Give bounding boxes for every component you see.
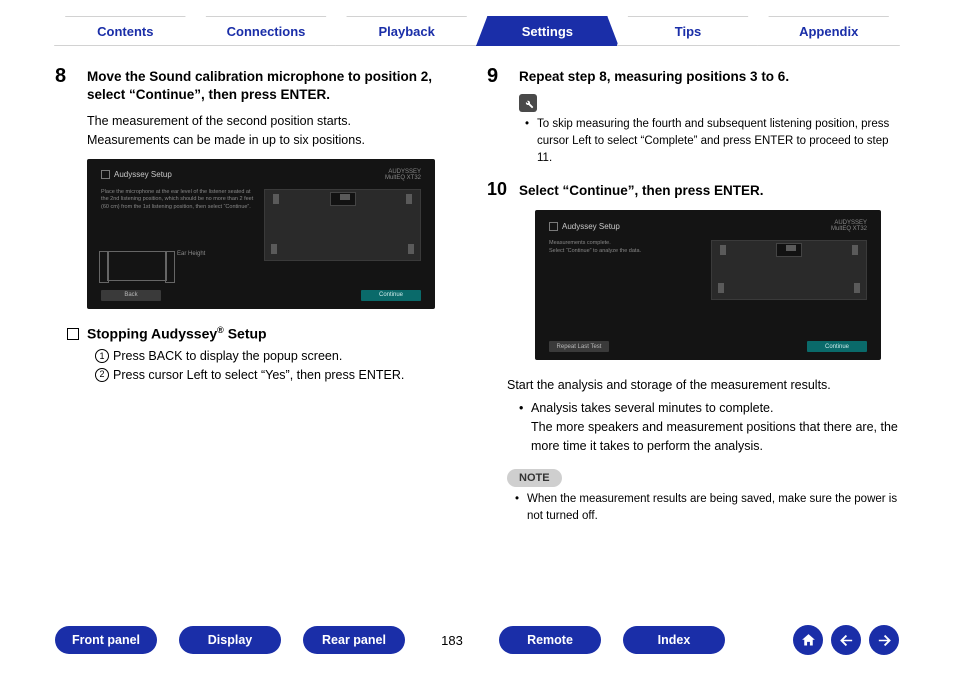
tv1-ear-height-label: Ear Height <box>177 251 205 257</box>
square-bullet-icon <box>67 328 79 340</box>
tv1-instruction: Place the microphone at the ear level of… <box>101 189 256 212</box>
audyssey-logo-icon: AUDYSSEYMultEQ XT32 <box>385 169 421 181</box>
analysis-bullet: Analysis takes several minutes to comple… <box>519 399 899 455</box>
tv2-msg2: Select “Continue” to analyze the data. <box>549 248 703 256</box>
screenshot-audyssey-complete: Audyssey Setup AUDYSSEYMultEQ XT32 Measu… <box>535 210 881 360</box>
start-analysis-text: Start the analysis and storage of the me… <box>507 376 899 395</box>
step8-line1: The measurement of the second position s… <box>87 112 467 130</box>
tv1-continue-button: Continue <box>361 290 421 301</box>
tv2-continue-button: Continue <box>807 341 867 352</box>
wrench-icon <box>519 94 537 112</box>
stopping-audyssey-steps: Press BACK to display the popup screen. … <box>95 347 467 385</box>
step8-line2: Measurements can be made in up to six po… <box>87 131 467 149</box>
stopping-audyssey-heading: Stopping Audyssey® Setup <box>67 325 467 342</box>
step8-number: 8 <box>55 66 77 104</box>
tab-connections[interactable]: Connections <box>195 16 338 46</box>
tab-contents[interactable]: Contents <box>54 16 197 46</box>
remote-button[interactable]: Remote <box>499 626 601 654</box>
note-bullet: When the measurement results are being s… <box>515 491 899 524</box>
tv1-back-button: Back <box>101 290 161 301</box>
step10-number: 10 <box>487 180 509 200</box>
left-column: 8 Move the Sound calibration microphone … <box>55 66 467 525</box>
right-column: 9 Repeat step 8, measuring positions 3 t… <box>487 66 899 525</box>
tv2-msg1: Measurements complete. <box>549 240 703 248</box>
prev-page-icon[interactable] <box>831 625 861 655</box>
step9-title: Repeat step 8, measuring positions 3 to … <box>519 66 789 86</box>
tab-appendix[interactable]: Appendix <box>757 16 900 46</box>
tab-tips[interactable]: Tips <box>617 16 760 46</box>
home-icon[interactable] <box>793 625 823 655</box>
circled-step-2: Press cursor Left to select “Yes”, then … <box>95 366 467 385</box>
tv2-repeat-button: Repeat Last Test <box>549 341 609 352</box>
step8-title: Move the Sound calibration microphone to… <box>87 66 467 104</box>
note-label: NOTE <box>507 469 562 487</box>
tab-playback[interactable]: Playback <box>335 16 478 46</box>
front-panel-button[interactable]: Front panel <box>55 626 157 654</box>
step9-tip: To skip measuring the fourth and subsequ… <box>525 116 899 166</box>
audyssey-logo-icon: AUDYSSEYMultEQ XT32 <box>831 220 867 232</box>
page-number: 183 <box>427 633 477 648</box>
tv2-title: Audyssey Setup <box>562 222 620 231</box>
rear-panel-button[interactable]: Rear panel <box>303 626 405 654</box>
step10-title: Select “Continue”, then press ENTER. <box>519 180 764 200</box>
circled-step-1: Press BACK to display the popup screen. <box>95 347 467 366</box>
next-page-icon[interactable] <box>869 625 899 655</box>
screenshot-audyssey-position2: Audyssey Setup AUDYSSEYMultEQ XT32 Place… <box>87 159 435 309</box>
tv2-room-diagram <box>711 240 867 300</box>
top-tab-bar: Contents Connections Playback Settings T… <box>0 0 954 46</box>
display-button[interactable]: Display <box>179 626 281 654</box>
bottom-bar: Front panel Display Rear panel 183 Remot… <box>0 625 954 655</box>
couch-diagram <box>107 251 167 281</box>
tv1-title: Audyssey Setup <box>114 170 172 179</box>
index-button[interactable]: Index <box>623 626 725 654</box>
step9-number: 9 <box>487 66 509 86</box>
tv1-room-diagram <box>264 189 421 261</box>
tab-settings[interactable]: Settings <box>476 16 619 46</box>
